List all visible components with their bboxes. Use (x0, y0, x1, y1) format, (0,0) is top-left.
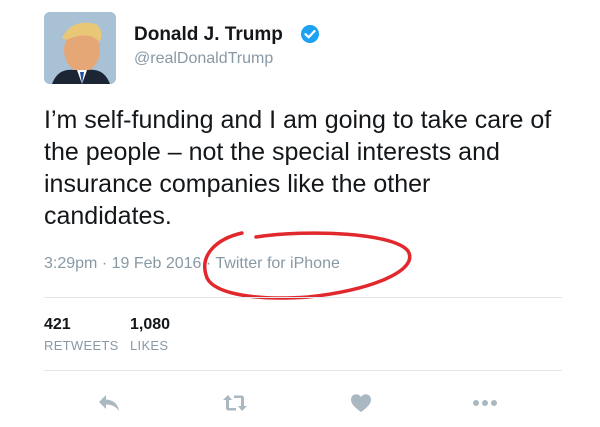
divider-top (44, 297, 562, 298)
verified-badge-icon (301, 25, 319, 43)
tweet-card: Donald J. Trump @realDonaldTrump I’m sel… (30, 0, 576, 427)
tweet-source[interactable]: Twitter for iPhone (215, 255, 340, 272)
tweet-text: I’m self-funding and I am going to take … (44, 106, 552, 230)
avatar[interactable] (44, 12, 116, 84)
retweet-button[interactable] (220, 388, 250, 418)
tweet-timestamp[interactable]: 3:29pm · 19 Feb 2016 (44, 255, 201, 272)
divider-bottom (44, 370, 562, 371)
like-icon (351, 394, 371, 412)
user-handle[interactable]: @realDonaldTrump (134, 50, 273, 68)
likes-label: LIKES (130, 338, 169, 353)
tweet-actions (30, 388, 576, 418)
avatar-image (44, 12, 116, 84)
likes-stat[interactable]: 1,080 LIKES (130, 316, 170, 353)
more-button[interactable] (470, 388, 500, 418)
like-button[interactable] (346, 388, 376, 418)
more-icon (473, 400, 497, 406)
tweet-meta: 3:29pm · 19 Feb 2016 · Twitter for iPhon… (44, 255, 340, 273)
reply-button[interactable] (94, 388, 124, 418)
retweet-icon (223, 395, 247, 411)
retweets-count: 421 (44, 316, 71, 333)
retweets-label: RETWEETS (44, 338, 119, 353)
retweets-stat[interactable]: 421 RETWEETS (44, 316, 119, 353)
likes-count: 1,080 (130, 316, 171, 333)
reply-icon (99, 395, 119, 411)
display-name[interactable]: Donald J. Trump (134, 24, 283, 46)
meta-separator: · (201, 255, 216, 272)
